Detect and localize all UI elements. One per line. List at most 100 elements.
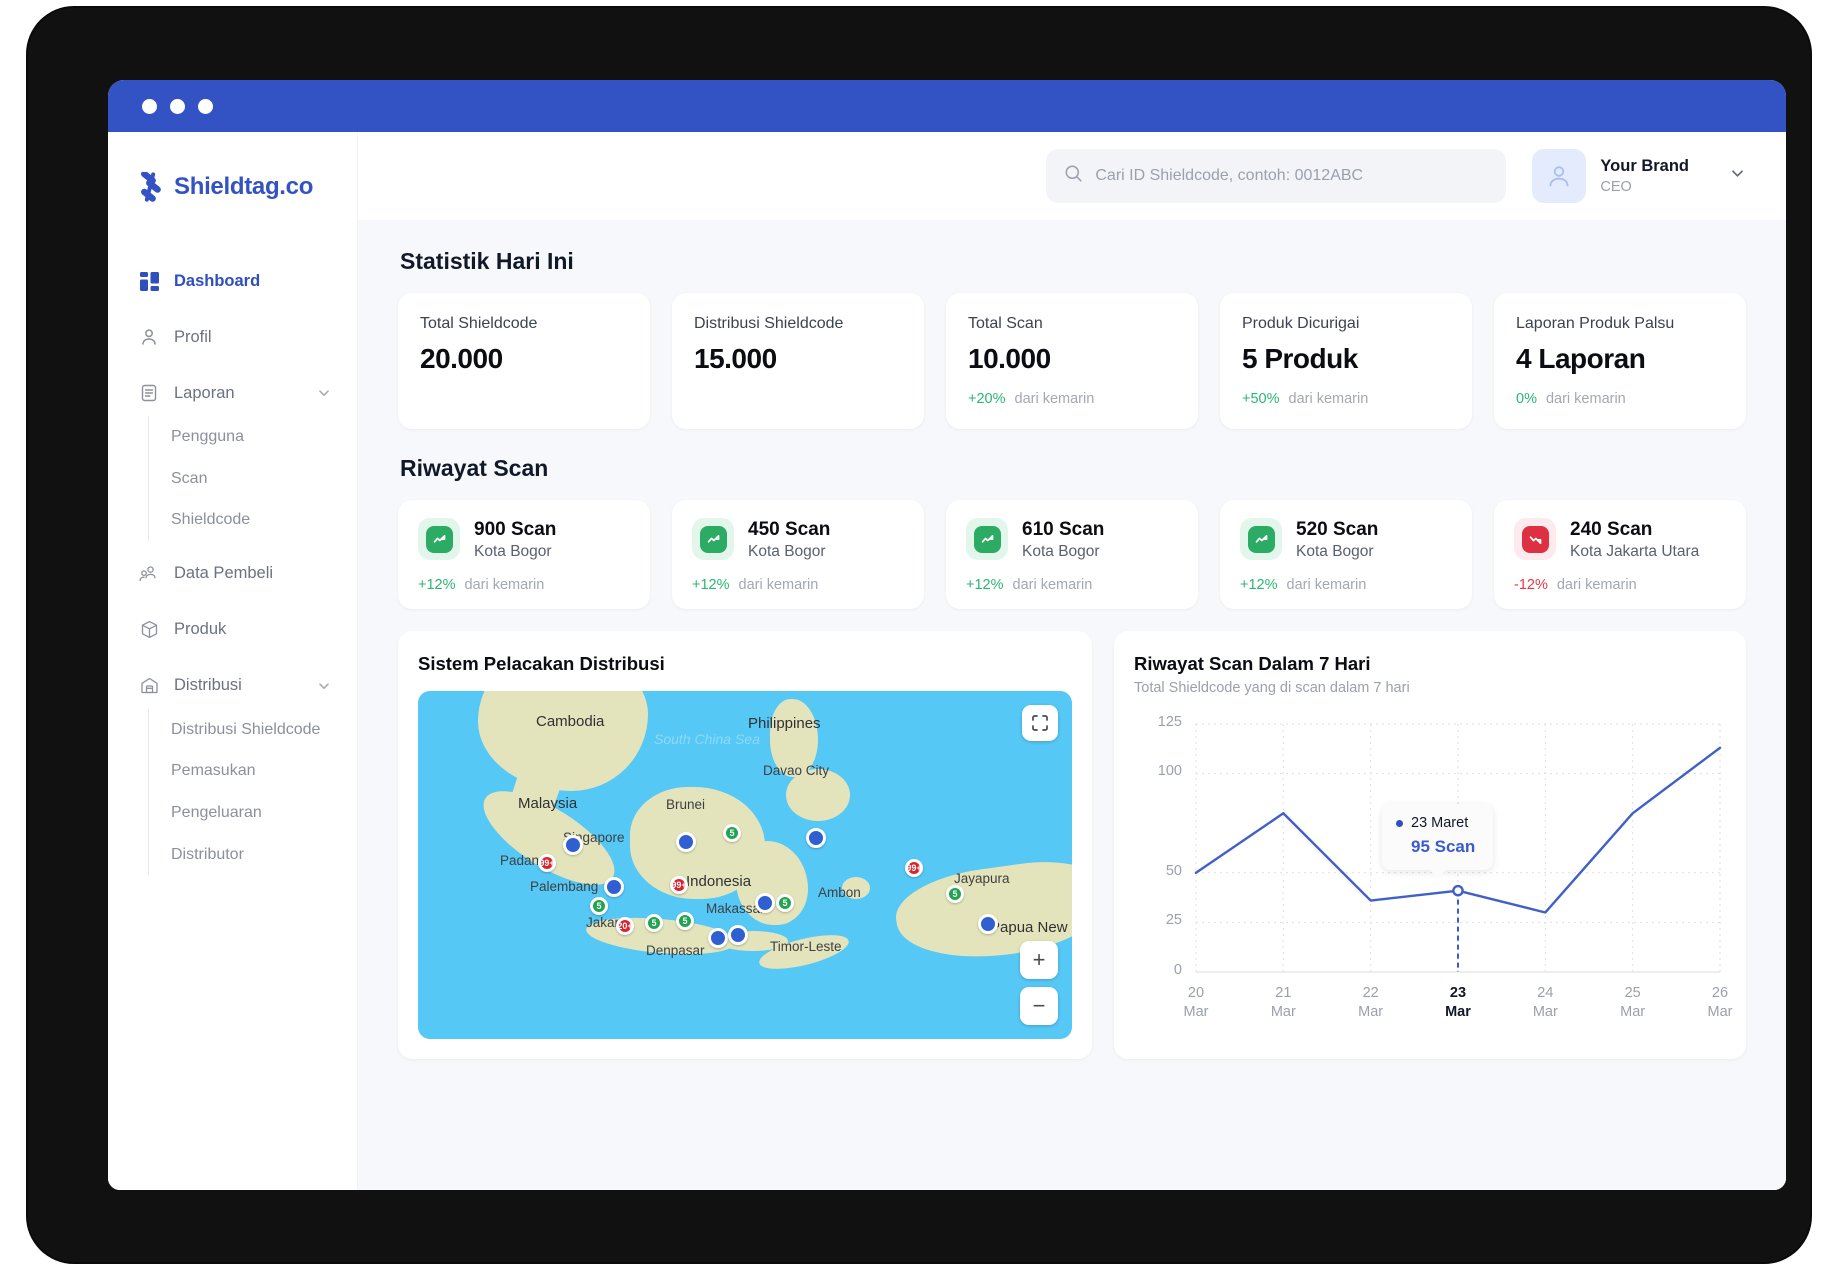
user-role: CEO <box>1600 179 1632 196</box>
users-group-icon <box>138 563 160 585</box>
scan-delta: +12% dari kemarin <box>1240 577 1452 593</box>
sidebar-item-laporan[interactable]: Laporan <box>108 370 357 416</box>
app-body: Shieldtag.co Dashboard Profil Laporan Pe… <box>108 132 1786 1190</box>
chart-panel: Riwayat Scan Dalam 7 Hari Total Shieldco… <box>1114 630 1746 1059</box>
zoom-out-button[interactable]: − <box>1020 986 1058 1025</box>
map-pin-blue[interactable] <box>604 876 624 897</box>
scan-card-top: 610 Scan Kota Bogor <box>966 518 1178 561</box>
shieldtag-logo-icon <box>138 170 164 202</box>
map-pin-red[interactable]: 99+ <box>538 853 556 872</box>
stat-card-row: Total Shieldcode 20.000 Distribusi Shield… <box>398 293 1746 429</box>
scan-delta-value: +12% <box>692 576 730 593</box>
map-pin-blue[interactable] <box>676 831 696 852</box>
sidebar-item-scan[interactable]: Scan <box>149 458 357 500</box>
device-frame: Shieldtag.co Dashboard Profil Laporan Pe… <box>22 2 1816 1268</box>
stat-card: Total Scan 10.000 +20% dari kemarin <box>946 293 1198 429</box>
stat-card: Distribusi Shieldcode 15.000 <box>672 293 924 429</box>
scan-card-top: 450 Scan Kota Bogor <box>692 518 904 561</box>
brand-logo[interactable]: Shieldtag.co <box>108 158 357 216</box>
map-pin-red[interactable]: 99+ <box>905 858 923 877</box>
stat-delta-placeholder <box>420 375 628 409</box>
user-menu[interactable]: Your Brand CEO <box>1532 149 1746 203</box>
sidebar-item-pengeluaran[interactable]: Pengeluaran <box>149 792 357 834</box>
scan-count: 520 Scan <box>1296 519 1379 540</box>
stat-label: Produk Dicurigai <box>1242 315 1360 332</box>
minimize-dot-icon[interactable] <box>170 98 185 114</box>
trend-up-icon <box>418 518 460 561</box>
sidebar-subnav-laporan: Pengguna Scan Shieldcode <box>148 416 357 541</box>
sidebar-item-distribusi-shieldcode[interactable]: Distribusi Shieldcode <box>149 709 357 751</box>
scan-icon-inner <box>1521 525 1549 553</box>
map-label: Palembang <box>530 878 599 894</box>
map-pin-blue[interactable] <box>978 913 998 934</box>
chevron-down-icon[interactable] <box>1729 165 1746 187</box>
sidebar-item-distributor[interactable]: Distributor <box>149 834 357 876</box>
scan-icon-inner <box>1247 525 1275 553</box>
scan-delta-sub: dari kemarin <box>738 576 819 593</box>
fullscreen-icon[interactable] <box>1022 704 1058 741</box>
window-titlebar <box>108 80 1786 132</box>
chart-y-tick: 50 <box>1165 862 1182 879</box>
sidebar-item-produk[interactable]: Produk <box>108 607 357 653</box>
map-pin-green[interactable]: 5 <box>676 911 694 930</box>
map-pin-blue[interactable] <box>806 827 826 848</box>
dashboard-grid-icon <box>138 270 160 292</box>
scan-delta: +12% dari kemarin <box>966 577 1178 593</box>
sidebar-item-label: Laporan <box>174 383 235 402</box>
map-pin-green[interactable]: 5 <box>590 896 608 915</box>
trend-up-icon <box>692 518 734 561</box>
sidebar: Shieldtag.co Dashboard Profil Laporan Pe… <box>108 132 358 1190</box>
close-dot-icon[interactable] <box>142 98 157 114</box>
sidebar-item-pengguna[interactable]: Pengguna <box>149 416 357 458</box>
line-chart[interactable]: 0 25 50 100 125 20 Mar 21 Mar 22 Mar 23 Mar 24 Mar 25 M… <box>1134 714 1733 1034</box>
sidebar-item-data-pembeli[interactable]: Data Pembeli <box>108 551 357 597</box>
chart-y-tick: 0 <box>1173 961 1182 978</box>
scan-card-text: 450 Scan Kota Bogor <box>748 518 830 561</box>
scan-card: 240 Scan Kota Jakarta Utara -12% dari ke… <box>1494 500 1746 609</box>
topbar: Your Brand CEO <box>358 132 1786 220</box>
search-icon <box>1064 164 1083 188</box>
scan-count: 610 Scan <box>1022 519 1105 540</box>
stat-card: Produk Dicurigai 5 Produk +50% dari kema… <box>1220 293 1472 429</box>
maximize-dot-icon[interactable] <box>198 98 213 114</box>
brand-name: Shieldtag.co <box>174 173 314 200</box>
map-pin-blue[interactable] <box>728 924 748 945</box>
map-pin-green[interactable]: 5 <box>776 893 794 912</box>
map-pin-blue[interactable] <box>755 892 775 913</box>
distribution-map[interactable]: Cambodia Philippines South China Sea Davao … <box>418 690 1072 1039</box>
stat-label: Laporan Produk Palsu <box>1516 315 1675 332</box>
user-icon <box>138 326 160 348</box>
tooltip-value: 95 Scan <box>1411 837 1476 857</box>
map-pin-green[interactable]: 5 <box>723 823 741 842</box>
chart-title: Riwayat Scan Dalam 7 Hari <box>1134 652 1371 674</box>
chevron-down-icon[interactable] <box>317 679 331 693</box>
bottom-panels: Sistem Pelacakan Distribusi Cambodia Phi… <box>398 630 1746 1059</box>
sidebar-item-shieldcode[interactable]: Shieldcode <box>149 499 357 541</box>
search-box[interactable] <box>1046 149 1507 203</box>
chevron-down-icon[interactable] <box>317 386 331 400</box>
sidebar-item-dashboard[interactable]: Dashboard <box>108 258 357 304</box>
stat-value: 20.000 <box>420 343 503 374</box>
map-pin-green[interactable]: 5 <box>645 913 663 932</box>
map-label: Jayapura <box>954 870 1010 886</box>
sidebar-item-distribusi[interactable]: Distribusi <box>108 663 357 709</box>
map-pin-blue[interactable] <box>708 927 728 948</box>
chart-x-tick: 23 Mar <box>1445 984 1471 1021</box>
map-label: Ambon <box>818 884 861 900</box>
zoom-in-button[interactable]: + <box>1020 940 1058 979</box>
map-pin-red[interactable]: 99+ <box>670 875 688 894</box>
map-label: Malaysia <box>518 794 578 812</box>
map-pin-green[interactable]: 5 <box>946 884 964 903</box>
scan-icon-inner <box>425 525 453 553</box>
sidebar-item-pemasukan[interactable]: Pemasukan <box>149 750 357 792</box>
map-label: Indonesia <box>686 872 752 890</box>
map-pin-blue[interactable] <box>563 834 583 855</box>
scan-card-top: 520 Scan Kota Bogor <box>1240 518 1452 561</box>
browser-window: Shieldtag.co Dashboard Profil Laporan Pe… <box>108 80 1786 1190</box>
scan-city: Kota Bogor <box>1022 542 1100 560</box>
map-pin-red[interactable]: 20+ <box>616 916 634 935</box>
scan-card-text: 240 Scan Kota Jakarta Utara <box>1570 518 1699 561</box>
sidebar-item-profil[interactable]: Profil <box>108 314 357 360</box>
search-input[interactable] <box>1095 167 1489 185</box>
